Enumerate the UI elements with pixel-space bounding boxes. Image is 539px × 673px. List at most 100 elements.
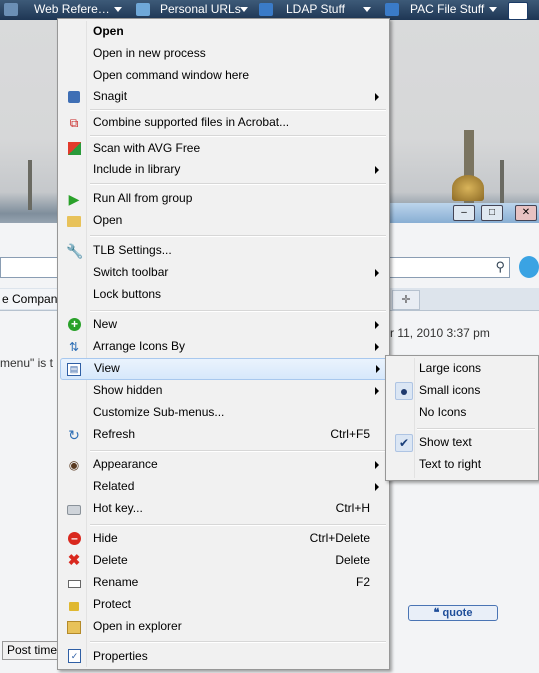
chevron-right-icon — [375, 166, 379, 174]
menu-item-show-hidden[interactable]: Show hidden — [60, 380, 387, 402]
menu-item-combine-acrobat[interactable]: ⧉ Combine supported files in Acrobat... — [60, 112, 387, 134]
menu-item-switch-toolbar[interactable]: Switch toolbar — [60, 262, 387, 284]
chevron-down-icon[interactable] — [240, 7, 248, 12]
menu-item-label: Open in explorer — [93, 619, 182, 633]
menu-item-label: Arrange Icons By — [93, 339, 186, 353]
refresh-icon: ↻ — [68, 427, 80, 443]
menu-item-open-command-window[interactable]: Open command window here — [60, 65, 387, 87]
chevron-right-icon — [375, 269, 379, 277]
menu-item-protect[interactable]: Protect — [60, 594, 387, 616]
window-icon[interactable] — [508, 2, 528, 20]
quote-button[interactable]: ❝ quote — [408, 605, 498, 621]
menu-item-label: Hide — [93, 531, 118, 545]
menu-item-snagit[interactable]: Snagit — [60, 86, 387, 108]
menu-item-scan-avg[interactable]: Scan with AVG Free — [60, 138, 387, 160]
submenu-item-small-icons[interactable]: Small icons — [388, 380, 536, 402]
menu-item-lock-buttons[interactable]: Lock buttons — [60, 284, 387, 306]
maximize-button[interactable]: □ — [481, 205, 503, 221]
menu-separator — [90, 450, 386, 452]
radio-selected-icon — [395, 382, 413, 400]
submenu-item-no-icons[interactable]: No Icons — [388, 402, 536, 424]
menu-item-open-in-explorer[interactable]: Open in explorer — [60, 616, 387, 638]
menu-separator — [90, 641, 386, 643]
menu-item-new[interactable]: + New — [60, 314, 387, 336]
menu-item-view[interactable]: ▤ View — [60, 358, 389, 380]
toolbar-ldap-stuff[interactable]: LDAP Stuff — [286, 0, 345, 20]
search-icon[interactable]: ⚲ — [495, 259, 505, 275]
menu-item-label: Protect — [93, 597, 132, 611]
chevron-down-icon[interactable] — [489, 7, 497, 12]
lock-icon — [69, 602, 79, 611]
menu-item-label: New — [93, 317, 118, 331]
menu-item-label: Delete — [93, 553, 128, 567]
rename-icon — [68, 580, 81, 588]
toolbar-pac-file-stuff[interactable]: PAC File Stuff — [410, 0, 484, 20]
menu-item-shortcut: Ctrl+F5 — [330, 427, 370, 441]
avg-icon — [68, 142, 81, 155]
menu-item-label: Properties — [93, 649, 148, 663]
menu-item-arrange-icons[interactable]: ⇅ Arrange Icons By — [60, 336, 387, 358]
submenu-item-label: Small icons — [419, 383, 481, 397]
chevron-right-icon — [376, 365, 380, 373]
quote-label: quote — [442, 607, 473, 619]
submenu-item-label: No Icons — [419, 405, 467, 419]
menu-item-properties[interactable]: ✓ Properties — [60, 646, 387, 668]
submenu-item-show-text[interactable]: ✔ Show text — [388, 432, 536, 454]
new-tab-button[interactable]: ✛ — [392, 290, 420, 310]
dome — [452, 175, 484, 201]
menu-item-label: View — [94, 361, 120, 375]
acrobat-icon: ⧉ — [69, 116, 79, 130]
submenu-item-text-to-right[interactable]: Text to right — [388, 454, 536, 476]
menu-item-label: Scan with AVG Free — [93, 141, 201, 155]
add-icon: + — [68, 318, 81, 331]
network-globe-icon[interactable] — [136, 3, 150, 16]
menu-item-shortcut: Ctrl+Delete — [309, 531, 370, 545]
menu-item-delete[interactable]: ✖ Delete Delete — [60, 550, 387, 572]
menu-separator — [90, 524, 386, 526]
menu-item-open-new-process[interactable]: Open in new process — [60, 43, 387, 65]
toolbar-personal-urls[interactable]: Personal URLs — [160, 0, 241, 20]
menu-separator — [90, 135, 386, 137]
menu-item-label: Rename — [93, 575, 139, 589]
toolbar-web-references[interactable]: Web Refere… — [34, 0, 110, 20]
close-button[interactable]: ✕ — [515, 205, 537, 221]
menu-item-label: Open in new process — [93, 46, 206, 60]
menu-item-refresh[interactable]: ↻ Refresh Ctrl+F5 — [60, 424, 387, 446]
menu-separator — [90, 235, 386, 237]
menu-item-hide[interactable]: – Hide Ctrl+Delete — [60, 528, 387, 550]
menu-item-open-folder[interactable]: Open — [60, 210, 387, 232]
hide-icon: – — [68, 532, 81, 545]
menu-item-appearance[interactable]: ◉ Appearance — [60, 454, 387, 476]
menu-item-open[interactable]: Open — [60, 21, 387, 43]
submenu-separator — [417, 428, 535, 430]
menu-item-label: Customize Sub-menus... — [93, 405, 225, 419]
menu-item-label: Appearance — [93, 457, 158, 471]
snagit-icon — [68, 91, 80, 103]
chevron-down-icon[interactable] — [363, 7, 371, 12]
skype-icon[interactable] — [519, 256, 539, 278]
monitor-icon[interactable] — [259, 3, 273, 16]
chevron-down-icon[interactable] — [114, 7, 122, 12]
menu-item-shortcut: Ctrl+H — [335, 501, 370, 515]
menu-item-related[interactable]: Related — [60, 476, 387, 498]
play-icon: ▶ — [68, 191, 80, 207]
menu-item-customize-submenus[interactable]: Customize Sub-menus... — [60, 402, 387, 424]
menu-item-label: Open command window here — [93, 68, 250, 82]
menu-item-label: TLB Settings... — [93, 243, 172, 257]
keyboard-icon — [67, 505, 81, 515]
globe-icon[interactable] — [4, 3, 18, 16]
monitor-icon[interactable] — [385, 3, 399, 16]
minimize-button[interactable]: – — [453, 205, 475, 221]
post-date: r 11, 2010 3:37 pm — [390, 326, 490, 340]
menu-item-hot-key[interactable]: Hot key... Ctrl+H — [60, 498, 387, 520]
menu-item-include-library[interactable]: Include in library — [60, 159, 387, 181]
menu-item-rename[interactable]: Rename F2 — [60, 572, 387, 594]
menu-item-label: Run All from group — [93, 191, 193, 205]
menu-item-tlb-settings[interactable]: 🔧 TLB Settings... — [60, 240, 387, 262]
chevron-right-icon — [375, 343, 379, 351]
explorer-icon — [67, 621, 81, 634]
chevron-right-icon — [375, 483, 379, 491]
submenu-item-large-icons[interactable]: Large icons — [388, 358, 536, 380]
post-body-text: menu" is t — [0, 356, 53, 370]
menu-item-run-all-from-group[interactable]: ▶ Run All from group — [60, 188, 387, 210]
